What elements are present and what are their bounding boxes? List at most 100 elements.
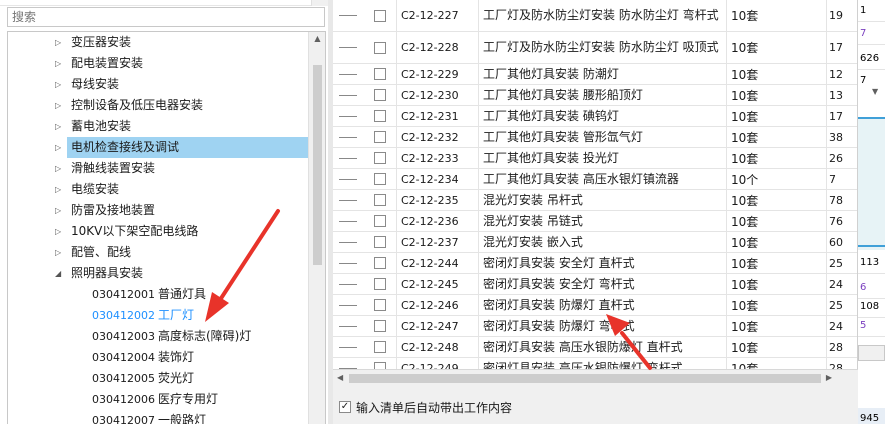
row-select-cell[interactable]	[363, 106, 397, 126]
table-row[interactable]: C2-12-247 密闭灯具安装 防爆灯 弯杆式 10套 24	[333, 316, 857, 337]
quota-unit: 10套	[727, 337, 827, 357]
tree-leaf[interactable]: 030412005 荧光灯	[92, 368, 194, 389]
row-checkbox[interactable]	[373, 131, 386, 143]
tree-leaf[interactable]: 030412002 工厂灯	[92, 305, 194, 326]
tree-leaf[interactable]: 030412003 高度标志(障碍)灯	[92, 326, 251, 347]
tree-node[interactable]: ▷ 母线安装	[55, 74, 308, 95]
table-scroll-thumb[interactable]	[349, 374, 821, 383]
table-row[interactable]: C2-12-248 密闭灯具安装 高压水银防爆灯 直杆式 10套 28	[333, 337, 857, 358]
row-select-cell[interactable]	[363, 190, 397, 210]
scroll-up-icon[interactable]: ▲	[312, 33, 323, 45]
row-select-cell[interactable]	[363, 127, 397, 147]
row-select-cell[interactable]	[363, 211, 397, 231]
table-row[interactable]: C2-12-245 密闭灯具安装 安全灯 弯杆式 10套 24	[333, 274, 857, 295]
row-checkbox[interactable]	[373, 41, 386, 54]
tree-node[interactable]: ▷ 电缆安装	[55, 179, 308, 200]
row-checkbox[interactable]	[373, 194, 386, 206]
row-checkbox[interactable]	[373, 320, 386, 332]
scroll-left-icon[interactable]: ◀	[337, 373, 343, 382]
row-checkbox[interactable]	[373, 110, 386, 122]
table-row[interactable]: C2-12-229 工厂其他灯具安装 防潮灯 10套 12	[333, 64, 857, 85]
row-checkbox[interactable]	[373, 9, 386, 22]
row-checkbox[interactable]	[373, 215, 386, 227]
tree-node[interactable]: ▷ 防雷及接地装置	[55, 200, 308, 221]
expand-arrow-icon[interactable]: ▷	[55, 221, 65, 242]
row-select-cell[interactable]	[363, 85, 397, 105]
row-select-cell[interactable]	[363, 316, 397, 336]
table-horizontal-scrollbar[interactable]: ◀ ▶	[333, 369, 858, 386]
row-checkbox[interactable]	[373, 299, 386, 311]
row-select-cell[interactable]	[363, 232, 397, 252]
row-select-cell[interactable]	[363, 0, 397, 31]
tree-leaf[interactable]: 030412001 普通灯具	[92, 284, 206, 305]
expand-arrow-icon[interactable]: ▷	[55, 200, 65, 221]
row-checkbox[interactable]	[373, 257, 386, 269]
far-right-panel: 1 7 626 7 ▼ 113 6 108 5 945	[858, 0, 885, 424]
row-select-cell[interactable]	[363, 337, 397, 357]
expand-arrow-icon[interactable]: ▷	[55, 32, 65, 53]
table-row[interactable]: C2-12-244 密闭灯具安装 安全灯 直杆式 10套 25	[333, 253, 857, 274]
table-row[interactable]: C2-12-236 混光灯安装 吊链式 10套 76	[333, 211, 857, 232]
expand-arrow-icon[interactable]: ▷	[55, 116, 65, 137]
table-row[interactable]: C2-12-232 工厂其他灯具安装 管形氙气灯 10套 38	[333, 127, 857, 148]
expand-arrow-icon[interactable]: ▷	[55, 137, 65, 158]
table-row[interactable]: C2-12-233 工厂其他灯具安装 投光灯 10套 26	[333, 148, 857, 169]
table-row[interactable]: C2-12-237 混光灯安装 嵌入式 10套 60	[333, 232, 857, 253]
tree-leaf[interactable]: 030412006 医疗专用灯	[92, 389, 218, 410]
table-row[interactable]: C2-12-231 工厂其他灯具安装 碘钨灯 10套 17	[333, 106, 857, 127]
dropdown-chevron-icon[interactable]: ▼	[872, 87, 878, 96]
tree-leaf[interactable]: 030412004 装饰灯	[92, 347, 194, 368]
auto-bring-work-content-option[interactable]: ✓ 输入清单后自动带出工作内容	[333, 386, 858, 424]
tree-node[interactable]: ◢ 照明器具安装	[55, 263, 308, 284]
row-select-cell[interactable]	[363, 169, 397, 189]
row-select-cell[interactable]	[363, 148, 397, 168]
row-checkbox[interactable]	[373, 68, 386, 80]
tree-node-label: 母线安装	[71, 77, 120, 91]
row-checkbox[interactable]	[373, 89, 386, 101]
table-row[interactable]: C2-12-234 工厂其他灯具安装 高压水银灯镇流器 10个 7	[333, 169, 857, 190]
expand-arrow-icon[interactable]: ▷	[55, 74, 65, 95]
tree-node[interactable]: ▷ 10KV以下架空配电线路	[55, 221, 308, 242]
row-checkbox[interactable]	[373, 341, 386, 353]
tree-node-label: 10KV以下架空配电线路	[71, 224, 199, 238]
table-row[interactable]: C2-12-246 密闭灯具安装 防爆灯 直杆式 10套 25	[333, 295, 857, 316]
expand-arrow-icon[interactable]: ▷	[55, 179, 65, 200]
tree-scroll-thumb[interactable]	[313, 65, 322, 265]
tree-node[interactable]: ▷ 配电装置安装	[55, 53, 308, 74]
tree-vertical-scrollbar[interactable]: ▲	[308, 32, 325, 424]
row-select-cell[interactable]	[363, 253, 397, 273]
far-scroll-bar[interactable]	[858, 345, 885, 361]
row-checkbox[interactable]	[373, 152, 386, 164]
tree-leaf-name: 工厂灯	[158, 308, 195, 322]
row-select-cell[interactable]	[363, 274, 397, 294]
table-row[interactable]: C2-12-227 工厂灯及防水防尘灯安装 防水防尘灯 弯杆式 10套 19	[333, 0, 857, 32]
row-select-cell[interactable]	[363, 295, 397, 315]
table-row[interactable]: C2-12-228 工厂灯及防水防尘灯安装 防水防尘灯 吸顶式 10套 17	[333, 32, 857, 64]
expand-arrow-icon[interactable]: ▷	[55, 95, 65, 116]
tree-node[interactable]: ▷ 配管、配线	[55, 242, 308, 263]
row-checkbox[interactable]	[373, 236, 386, 248]
expand-arrow-icon[interactable]: ▷	[55, 158, 65, 179]
tree-node[interactable]: ▷ 变压器安装	[55, 32, 308, 53]
collapse-arrow-icon[interactable]: ◢	[55, 263, 65, 284]
tree-node[interactable]: ▷ 电机检查接线及调试	[55, 137, 308, 158]
search-input[interactable]	[7, 7, 325, 27]
expand-arrow-icon[interactable]: ▷	[55, 53, 65, 74]
tree-line	[333, 0, 363, 31]
expand-arrow-icon[interactable]: ▷	[55, 242, 65, 263]
tree-node[interactable]: ▷ 控制设备及低压电器安装	[55, 95, 308, 116]
row-checkbox[interactable]	[373, 173, 386, 185]
auto-bring-checkbox[interactable]: ✓	[339, 401, 351, 413]
left-top-scrollbar[interactable]	[311, 0, 328, 6]
row-checkbox[interactable]	[373, 278, 386, 290]
tree-node[interactable]: ▷ 滑触线装置安装	[55, 158, 308, 179]
row-select-cell[interactable]	[363, 64, 397, 84]
tree-node-label: 配电装置安装	[71, 56, 144, 70]
row-select-cell[interactable]	[363, 32, 397, 63]
tree-leaf[interactable]: 030412007 一般路灯	[92, 410, 206, 424]
table-row[interactable]: C2-12-235 混光灯安装 吊杆式 10套 78	[333, 190, 857, 211]
quota-value: 17	[829, 41, 843, 54]
scroll-right-icon[interactable]: ▶	[826, 373, 832, 382]
tree-node[interactable]: ▷ 蓄电池安装	[55, 116, 308, 137]
table-row[interactable]: C2-12-230 工厂其他灯具安装 腰形船顶灯 10套 13	[333, 85, 857, 106]
